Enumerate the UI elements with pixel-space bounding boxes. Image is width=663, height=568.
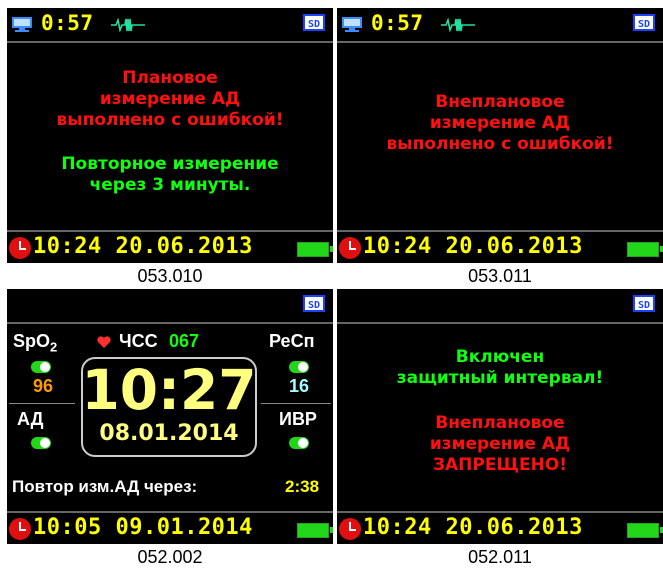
date-time: 10:24 20.06.2013 — [363, 234, 583, 259]
divider — [7, 230, 333, 232]
divider — [337, 322, 663, 324]
divider — [337, 511, 663, 513]
session-time: 0:57 — [41, 11, 94, 35]
alarm-clock-icon — [339, 237, 361, 259]
bottom-bar: 10:24 20.06.2013 — [337, 234, 663, 263]
resp-value: 16 — [289, 376, 310, 396]
error-message: Внеплановое измерение АД ЗАПРЕЩЕНО! — [337, 413, 663, 476]
divider — [337, 230, 663, 232]
monitor-device-icon — [12, 17, 32, 32]
message-line: Внеплановое — [435, 92, 565, 112]
big-clock-date: 08.01.2014 — [99, 421, 239, 446]
ivr-toggle[interactable] — [289, 437, 309, 449]
message-line: защитный интервал! — [396, 368, 604, 388]
screen-caption: 053.011 — [468, 266, 532, 286]
monitor-device-icon — [342, 17, 362, 32]
error-message: Плановое измерение АД выполнено с ошибко… — [7, 68, 333, 131]
bottom-bar: 10:24 20.06.2013 — [337, 515, 663, 544]
sd-card-icon: SD — [633, 14, 655, 31]
spo2-label-text: SpO — [13, 331, 51, 351]
date-time: 10:24 20.06.2013 — [363, 515, 583, 540]
alarm-clock-icon — [339, 518, 361, 540]
ecg-signal-icon — [111, 18, 145, 32]
repeat-countdown: 2:38 — [285, 477, 320, 496]
session-time: 0:57 — [371, 11, 424, 35]
sd-card-icon: SD — [303, 14, 325, 31]
status-bar: 0:57 SD — [337, 8, 663, 40]
hr-label: ЧСС — [119, 331, 158, 351]
sd-card-icon: SD — [633, 295, 655, 312]
bottom-bar: 10:05 09.01.2014 — [7, 515, 333, 544]
alarm-clock-icon — [9, 518, 31, 540]
screen-planned-error: 0:57 SD Плановое измерение АД выполнено … — [7, 8, 333, 263]
screen-main-monitor: SD SpO2 ЧСС 067 РеСп 96 16 АД ИВР 10:27 … — [7, 289, 333, 544]
alarm-clock-icon — [9, 237, 31, 259]
divider — [7, 511, 333, 513]
bp-toggle[interactable] — [31, 437, 51, 449]
bp-label: АД — [17, 409, 44, 429]
message-line: через 3 минуты. — [89, 175, 251, 195]
big-clock-time: 10:27 — [81, 358, 257, 422]
screen-unplanned-error: 0:57 SD Внеплановое измерение АД выполне… — [337, 8, 663, 263]
date-time: 10:05 09.01.2014 — [33, 515, 253, 540]
battery-full-icon — [297, 523, 333, 538]
message-line: Внеплановое — [435, 413, 565, 433]
message-line: измерение АД — [429, 434, 571, 454]
info-message: Включен защитный интервал! — [337, 347, 663, 389]
screen-caption: 052.011 — [468, 547, 532, 567]
screen-caption: 052.002 — [137, 547, 203, 567]
message-line: измерение АД — [429, 113, 571, 133]
date-time: 10:24 20.06.2013 — [33, 234, 253, 259]
battery-full-icon — [297, 242, 333, 257]
divider — [9, 403, 75, 404]
divider — [7, 41, 333, 43]
resp-toggle[interactable] — [289, 361, 309, 373]
bottom-bar: 10:24 20.06.2013 — [7, 234, 333, 263]
message-line: Включен — [455, 347, 545, 367]
battery-full-icon — [627, 523, 663, 538]
divider — [337, 41, 663, 43]
battery-full-icon — [627, 242, 663, 257]
heart-icon — [97, 336, 111, 348]
ecg-signal-icon — [441, 18, 475, 32]
message-line: Повторное измерение — [61, 154, 279, 174]
message-line: ЗАПРЕЩЕНО! — [432, 455, 568, 475]
message-line: Плановое — [122, 68, 218, 88]
repeat-label: Повтор изм.АД через: — [12, 477, 198, 496]
ivr-label: ИВР — [279, 409, 317, 429]
spo2-label: SpO2 — [13, 331, 57, 355]
status-bar: SD — [337, 289, 663, 321]
error-message: Внеплановое измерение АД выполнено с оши… — [337, 92, 663, 155]
spo2-toggle[interactable] — [31, 361, 51, 373]
hr-value: 067 — [169, 331, 200, 351]
spo2-value: 96 — [33, 376, 54, 396]
screen-caption: 053.010 — [137, 266, 203, 286]
resp-label: РеСп — [269, 331, 315, 351]
status-bar: SD — [7, 289, 333, 321]
message-line: измерение АД — [99, 89, 241, 109]
screen-protective-interval: SD Включен защитный интервал! Внепланово… — [337, 289, 663, 544]
message-line: выполнено с ошибкой! — [386, 134, 614, 154]
spo2-label-sub: 2 — [50, 339, 58, 355]
sd-card-icon: SD — [303, 295, 325, 312]
divider — [261, 403, 331, 404]
message-line: выполнено с ошибкой! — [56, 110, 284, 130]
divider — [7, 322, 333, 324]
info-message: Повторное измерение через 3 минуты. — [7, 154, 333, 196]
status-bar: 0:57 SD — [7, 8, 333, 40]
